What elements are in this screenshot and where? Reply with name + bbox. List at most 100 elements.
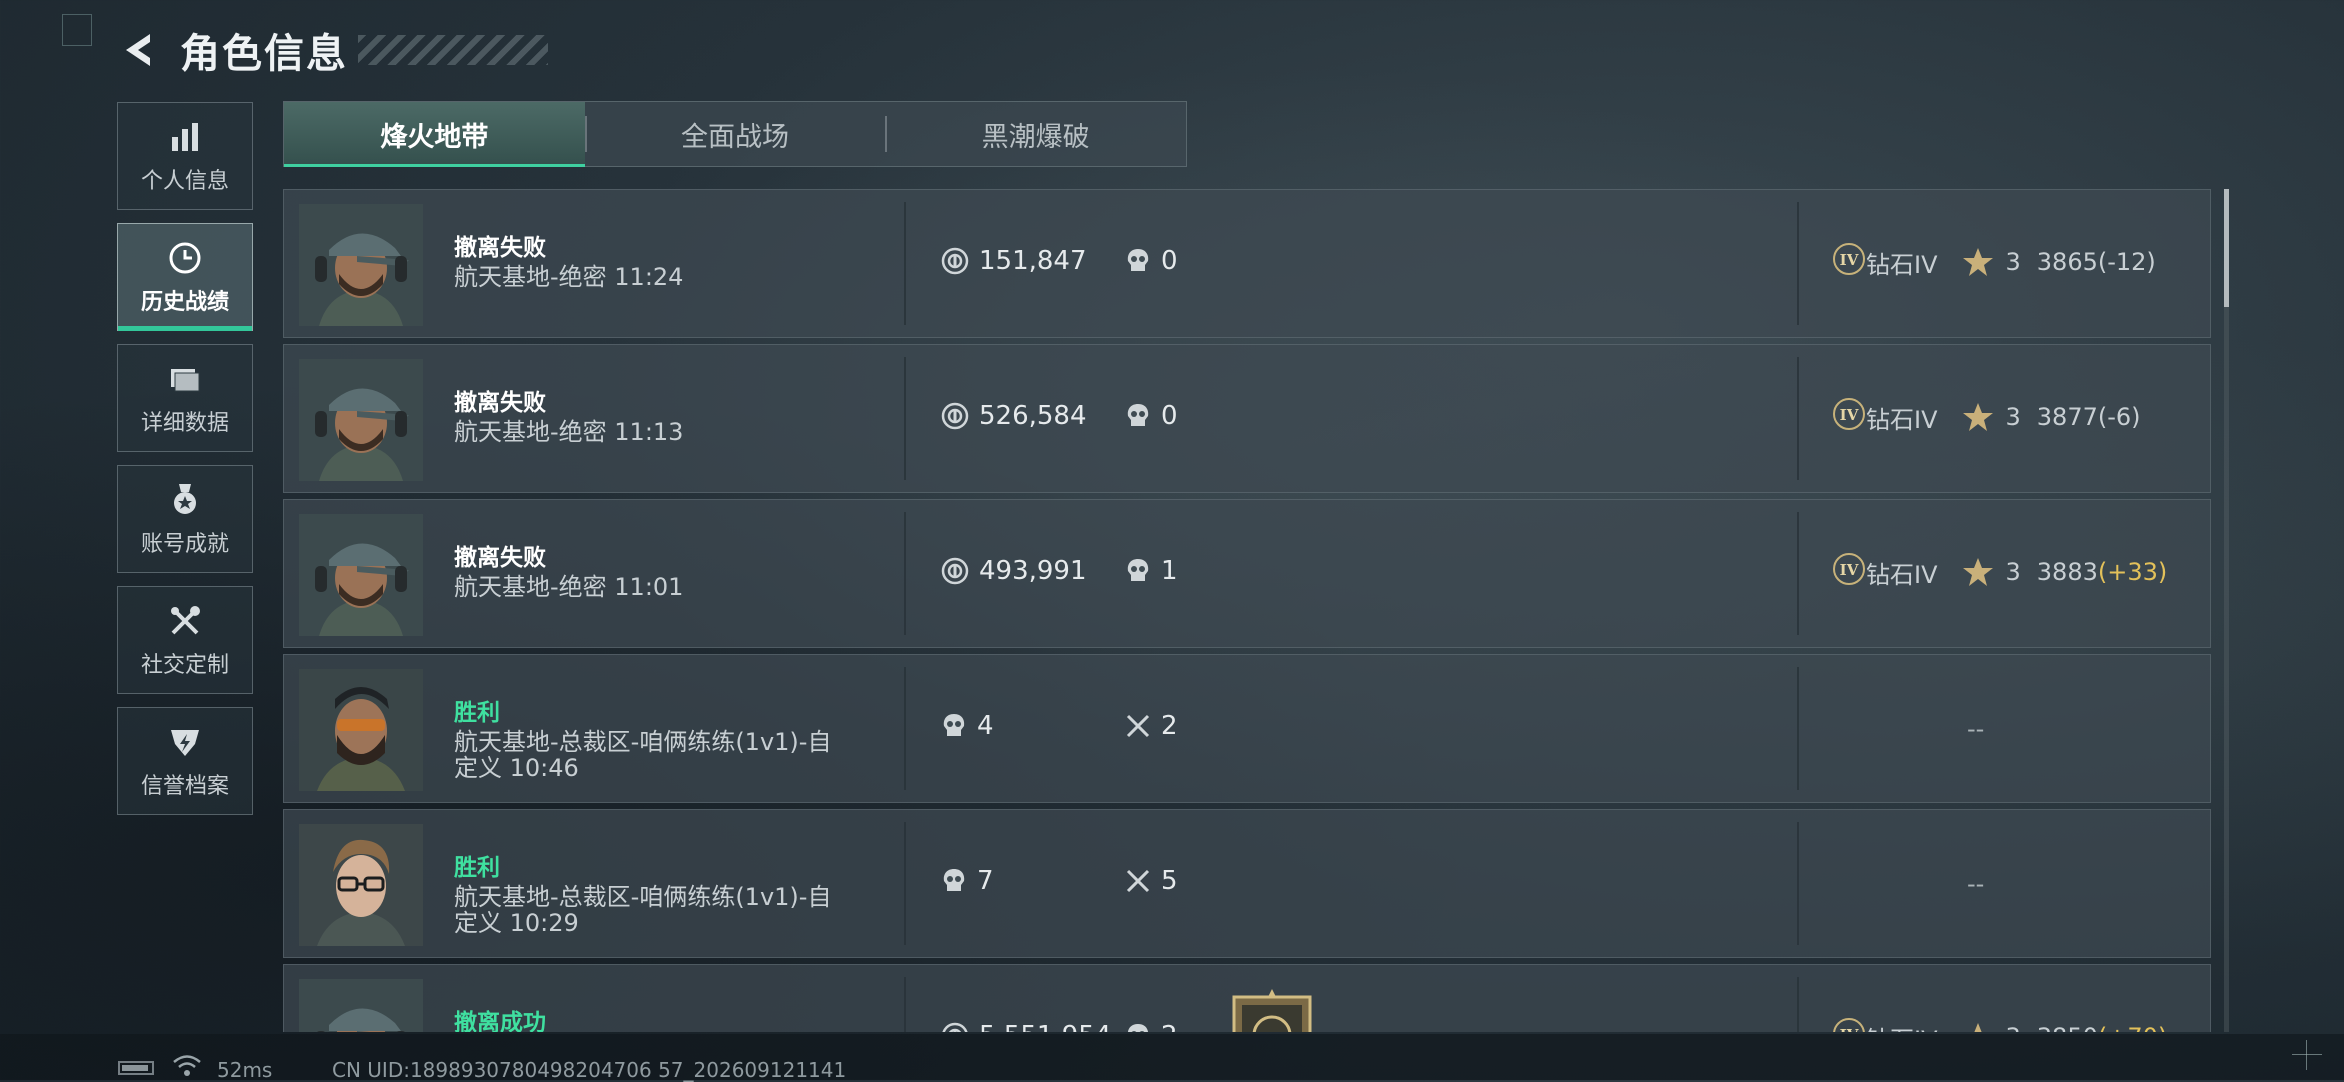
match-map-time: 航天基地-绝密 11:24: [454, 263, 684, 291]
rank-score: 3850: [2037, 1023, 2098, 1032]
star-icon: [1962, 401, 1994, 433]
rank-badge-icon: IV: [1832, 552, 1866, 592]
divider: [904, 977, 906, 1032]
battery-icon: [118, 1061, 154, 1075]
svg-text:IV: IV: [1840, 1026, 1859, 1032]
loot-value-text: 526,584: [979, 401, 1087, 431]
sidebar-item-details[interactable]: 详细数据: [117, 344, 253, 452]
loot-value: 493,991: [941, 556, 1087, 586]
match-row[interactable]: 撤离失败 航天基地-绝密 11:24 151,847 0 IV 钻石IV 3 3…: [283, 189, 2211, 338]
skull-icon: [1125, 247, 1151, 275]
kill-count: 0: [1125, 246, 1178, 276]
rank-name: 钻石IV: [1866, 1020, 1938, 1033]
divider: [1797, 977, 1799, 1032]
sidebar-item-achievements[interactable]: 账号成就: [117, 465, 253, 573]
divider: [904, 357, 906, 480]
kill-count: 7: [941, 866, 994, 896]
rank-badge-icon: IV: [1832, 242, 1866, 282]
sidebar-item-profile[interactable]: 个人信息: [117, 102, 253, 210]
bar-chart-icon: [165, 117, 205, 157]
divider: [904, 667, 906, 790]
tools-icon: [165, 601, 205, 641]
list-scrollbar[interactable]: [2224, 189, 2229, 1032]
sidebar-item-history[interactable]: 历史战绩: [117, 223, 253, 331]
cross-icon: [1125, 868, 1151, 894]
rank-info: IV 钻石IV 3 3877 (-6): [1832, 397, 2141, 437]
tab-full-battlefield[interactable]: 全面战场: [584, 102, 886, 166]
rank-name: 钻石IV: [1866, 560, 1938, 589]
kill-count-text: 4: [977, 711, 994, 741]
rank-score: 3865: [2036, 248, 2098, 276]
death-count-text: 5: [1161, 866, 1178, 896]
rank-score: 3883: [2036, 558, 2098, 586]
operator-avatar: [299, 669, 423, 791]
rank-score-delta: (-12): [2097, 248, 2156, 276]
sidebar-item-reputation[interactable]: 信誉档案: [117, 707, 253, 815]
divider: [1797, 512, 1799, 635]
tab-black-tide[interactable]: 黑潮爆破: [885, 102, 1186, 166]
operator-avatar: [299, 204, 423, 326]
loot-value-text: 5,551,954: [979, 1021, 1111, 1032]
rank-score-delta: (+70): [2098, 1023, 2167, 1032]
kill-count: 1: [1125, 556, 1178, 586]
loot-value: 526,584: [941, 401, 1087, 431]
skull-icon: [1125, 1022, 1151, 1032]
kill-count: 4: [941, 711, 994, 741]
loot-value-text: 151,847: [979, 246, 1087, 276]
divider: [1797, 357, 1799, 480]
sidebar-item-label: 历史战绩: [140, 290, 229, 315]
kill-count: 0: [1125, 401, 1178, 431]
match-map-time: 航天基地-总裁区-咱俩练练(1v1)-自定义 10:29: [454, 883, 832, 937]
skull-icon: [1125, 402, 1151, 430]
rank-info: IV 钻石IV 3 3883 (+33): [1832, 552, 2167, 592]
tab-hazard-zone[interactable]: 烽火地带: [284, 102, 585, 167]
rank-name: 钻石IV: [1866, 405, 1938, 434]
corner-decoration: [62, 14, 92, 46]
match-row[interactable]: 撤离失败 航天基地-绝密 11:01 493,991 1 IV 钻石IV 3 3…: [283, 499, 2211, 648]
star-icon: [1962, 556, 1994, 588]
rank-score: 3877: [2036, 403, 2098, 431]
star-count: 3: [2005, 403, 2021, 431]
divider: [904, 512, 906, 635]
sidebar-item-social[interactable]: 社交定制: [117, 586, 253, 694]
rank-info: IV 钻石IV 3 3865 (-12): [1832, 242, 2156, 282]
star-count: 3: [2005, 558, 2021, 586]
scrollbar-thumb[interactable]: [2224, 189, 2229, 307]
kill-count-text: 0: [1161, 401, 1178, 431]
match-result: 胜利: [454, 855, 500, 881]
divider: [1797, 202, 1799, 325]
ping-text: 52ms: [217, 1058, 273, 1082]
match-result: 撤离失败: [454, 545, 546, 571]
loot-value-text: 493,991: [979, 556, 1087, 586]
shield-icon: [165, 722, 205, 762]
uid-text: CN UID:1898930780498204706 57_2026091211…: [332, 1058, 847, 1082]
match-map-time: 航天基地-绝密 11:01: [454, 573, 684, 601]
kill-count-text: 1: [1161, 556, 1178, 586]
match-result: 撤离失败: [454, 235, 546, 261]
operator-avatar: [299, 514, 423, 636]
rank-empty: --: [1967, 870, 1985, 898]
coin-icon: [941, 1022, 969, 1032]
loot-value: 151,847: [941, 246, 1087, 276]
match-row[interactable]: 撤离成功 5,551,954 2 IV 钻石IV 3 3850 (+70): [283, 964, 2211, 1032]
death-count-text: 2: [1161, 711, 1178, 741]
svg-text:IV: IV: [1840, 251, 1859, 269]
rank-badge-icon: IV: [1832, 1017, 1866, 1032]
page-title: 角色信息: [180, 31, 348, 77]
rank-empty: --: [1967, 715, 1985, 743]
folder-icon: [165, 359, 205, 399]
match-row[interactable]: 胜利 航天基地-总裁区-咱俩练练(1v1)-自定义 10:29 7 5 --: [283, 809, 2211, 958]
clock-icon: [165, 238, 205, 278]
divider: [1797, 667, 1799, 790]
operator-avatar: [299, 824, 423, 946]
rank-score-delta: (+33): [2097, 558, 2168, 586]
match-row[interactable]: 撤离失败 航天基地-绝密 11:13 526,584 0 IV 钻石IV 3 3…: [283, 344, 2211, 493]
back-button[interactable]: [118, 28, 162, 72]
divider: [904, 202, 906, 325]
death-count: 5: [1125, 866, 1178, 896]
title-decoration: [358, 35, 548, 65]
match-row[interactable]: 胜利 航天基地-总裁区-咱俩练练(1v1)-自定义 10:46 4 2 --: [283, 654, 2211, 803]
rank-name: 钻石IV: [1866, 250, 1938, 279]
divider: [904, 822, 906, 945]
sidebar-item-label: 信誉档案: [140, 774, 229, 799]
